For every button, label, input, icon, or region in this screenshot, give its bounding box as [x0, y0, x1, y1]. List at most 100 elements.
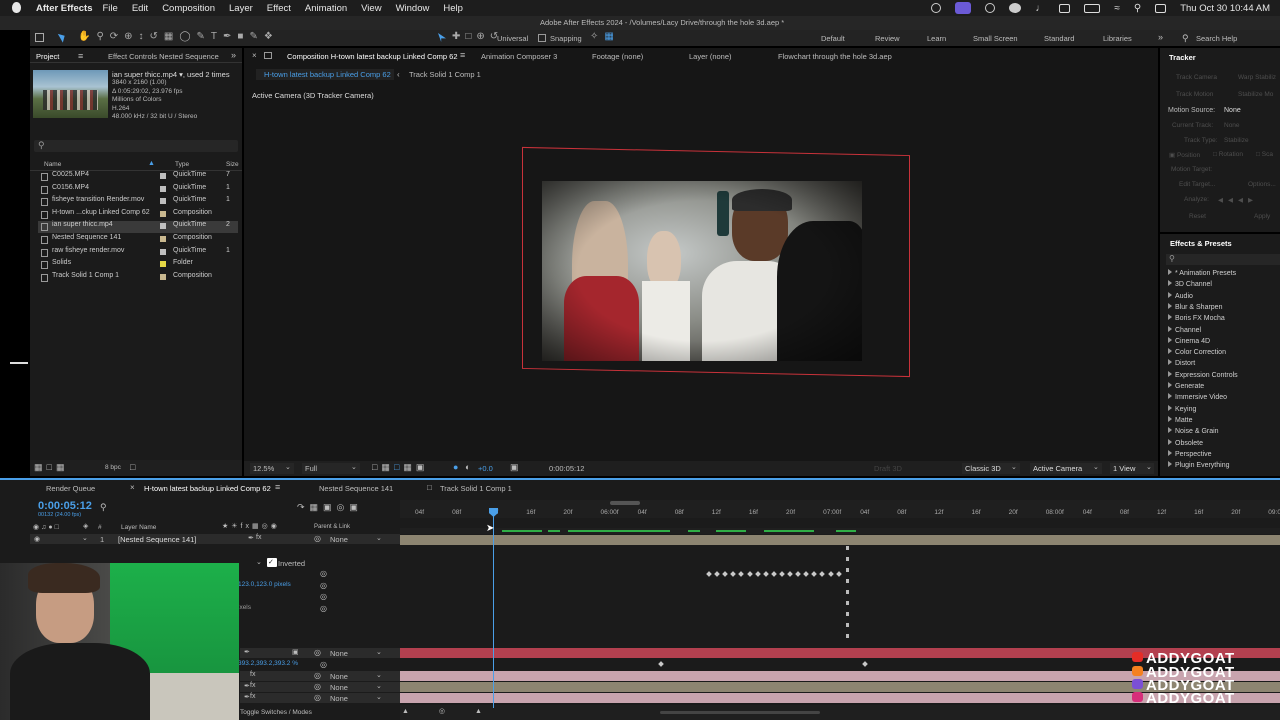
chevron-down-icon[interactable]: ⌄ [376, 671, 382, 679]
effect-category[interactable]: Audio [1168, 291, 1193, 300]
menu-effect[interactable]: Effect [267, 3, 291, 14]
scale-value[interactable]: 393.2,393.2,393.2 % [238, 660, 298, 667]
3d-layer-icon[interactable]: ▣ [292, 648, 299, 656]
project-item[interactable]: Nested Sequence 141 Composition [38, 234, 238, 246]
pickwhip-icon[interactable]: ◎ [314, 682, 321, 691]
renderer-dropdown[interactable]: Classic 3D ⌄ [962, 463, 1020, 474]
effect-category[interactable]: Keying [1168, 404, 1196, 413]
axis-icons[interactable]: ✚□⊕↺ [452, 31, 503, 42]
apple-icon[interactable] [12, 2, 21, 13]
options-button[interactable]: Options... [1248, 181, 1276, 188]
tab-timeline-main[interactable]: H-town latest backup Linked Comp 62 [144, 484, 271, 493]
fx-icon[interactable]: fx [250, 682, 255, 689]
footer-icons[interactable]: ▦□▦ [34, 462, 68, 473]
layer-1-name[interactable]: [Nested Sequence 141] [118, 535, 196, 544]
label-color[interactable] [160, 248, 166, 255]
label-color[interactable] [160, 173, 166, 179]
effect-category[interactable]: Obsolete [1168, 438, 1203, 447]
pen-icon[interactable]: ✒ [248, 534, 254, 542]
inverted-checkbox[interactable]: ✓ [267, 558, 277, 567]
effect-category[interactable]: Generate [1168, 382, 1204, 390]
chevron-down-icon[interactable]: ⌄ [376, 682, 382, 690]
pickwhip-icon[interactable]: ◎ [314, 671, 321, 680]
effect-category[interactable]: Channel [1168, 325, 1201, 334]
workspace-standard[interactable]: Standard [1044, 34, 1074, 43]
wifi-icon[interactable]: ≈ [1114, 3, 1120, 14]
close-icon[interactable]: × [130, 483, 135, 492]
tab-nested-sequence[interactable]: Nested Sequence 141 [319, 484, 393, 493]
effects-search-input[interactable]: ⚲ [1166, 254, 1280, 265]
status-icon-b[interactable] [955, 2, 972, 14]
battery-icon[interactable] [1084, 3, 1101, 13]
effect-category[interactable]: Distort [1168, 359, 1195, 367]
disclosure-triangle-icon[interactable] [1168, 325, 1172, 332]
layer-row-3[interactable]: fx ◎ None ⌄ [240, 671, 400, 681]
disclosure-triangle-icon[interactable] [1168, 393, 1172, 400]
pen-icon[interactable]: ✒ [244, 648, 250, 656]
effect-category[interactable]: Immersive Video [1168, 393, 1227, 401]
breadcrumb-active[interactable]: H-town latest backup Linked Comp 62 [256, 69, 394, 80]
workspace-review[interactable]: Review [875, 34, 900, 43]
workspace-overflow-icon[interactable]: » [1158, 32, 1163, 42]
tab-project[interactable]: Project [36, 52, 59, 61]
disclosure-triangle-icon[interactable] [1168, 348, 1172, 355]
menu-window[interactable]: Window [396, 3, 430, 14]
chevron-down-icon[interactable]: ⌄ [256, 558, 262, 566]
disclosure-triangle-icon[interactable] [1168, 404, 1172, 411]
label-color[interactable] [160, 223, 166, 230]
effect-category[interactable]: Expression Controls [1168, 370, 1238, 379]
search-help-label[interactable]: Search Help [1196, 34, 1237, 43]
disclosure-triangle-icon[interactable] [1168, 280, 1172, 287]
col-layer-name[interactable]: Layer Name [121, 524, 156, 531]
disclosure-triangle-icon[interactable] [1168, 382, 1172, 388]
project-item[interactable]: Solids Folder [38, 259, 238, 271]
search-icon[interactable]: ⚲ [100, 502, 107, 513]
workspace-small-screen[interactable]: Small Screen [973, 34, 1018, 43]
zoom-dropdown[interactable]: 12.5% ⌄ [250, 463, 294, 474]
control-center-icon[interactable] [1155, 3, 1167, 13]
work-area-bar[interactable] [610, 501, 640, 505]
pin-tool-icon[interactable] [438, 33, 446, 42]
layer-1-bar[interactable] [400, 535, 1280, 545]
menu-file[interactable]: File [103, 3, 118, 14]
draft3d-label[interactable]: Draft 3D [874, 464, 902, 473]
col-name[interactable]: Name [44, 161, 61, 168]
project-item[interactable]: fisheye transition Render.mov QuickTime 1 [38, 196, 238, 208]
parent-dropdown-4[interactable]: None [330, 683, 348, 692]
snap-option-icons[interactable]: ✧▦ [590, 31, 620, 42]
label-icon[interactable]: ◈ [83, 522, 88, 530]
screen-icon[interactable] [1059, 3, 1071, 13]
workspace-default[interactable]: Default [821, 34, 845, 43]
timeline-timecode[interactable]: 0:00:05:12 [38, 500, 92, 512]
pickwhip-icon[interactable]: ◎ [314, 534, 321, 543]
project-item[interactable]: Track Solid 1 Comp 1 Composition [38, 272, 238, 284]
tab-render-queue[interactable]: Render Queue [46, 484, 95, 493]
effect-category[interactable]: Cinema 4D [1168, 336, 1210, 345]
pen-icon[interactable]: ✒ [244, 693, 250, 701]
footage-frame[interactable] [542, 181, 862, 361]
pen-icon[interactable]: ✒ [244, 682, 250, 690]
views-dropdown[interactable]: 1 View ⌄ [1110, 463, 1154, 474]
disclosure-triangle-icon[interactable] [1168, 269, 1172, 275]
menu-view[interactable]: View [361, 3, 381, 14]
track-type-value[interactable]: Stabilize [1224, 137, 1249, 144]
chevron-down-icon[interactable]: ⌄ [376, 648, 382, 656]
clock[interactable]: Thu Oct 30 10:44 AM [1180, 3, 1270, 14]
col-type[interactable]: Type [175, 161, 189, 168]
project-item[interactable]: C0025.MP4 QuickTime 7 [38, 171, 238, 183]
project-item[interactable]: ian super thicc.mp4 QuickTime 2 [38, 221, 238, 234]
app-menu[interactable]: After Effects [36, 3, 93, 14]
bpc-label[interactable]: 8 bpc [105, 464, 121, 471]
fx-icon[interactable]: fx [250, 693, 255, 700]
disclosure-triangle-icon[interactable] [1168, 314, 1172, 321]
disclosure-triangle-icon[interactable] [1168, 449, 1172, 456]
warp-stabilizer-button[interactable]: Warp Stabiliz [1238, 74, 1276, 81]
track-motion-button[interactable]: Track Motion [1176, 91, 1213, 98]
tab-composition[interactable]: Composition H-town latest backup Linked … [287, 52, 458, 61]
col-parent-link[interactable]: Parent & Link [314, 524, 350, 530]
pickwhip-icon[interactable]: ◎ [314, 693, 321, 702]
fx-icon[interactable]: fx [256, 534, 261, 541]
menu-animation[interactable]: Animation [305, 3, 347, 14]
label-color[interactable] [160, 185, 166, 192]
trash-icon[interactable]: □ [130, 462, 135, 472]
